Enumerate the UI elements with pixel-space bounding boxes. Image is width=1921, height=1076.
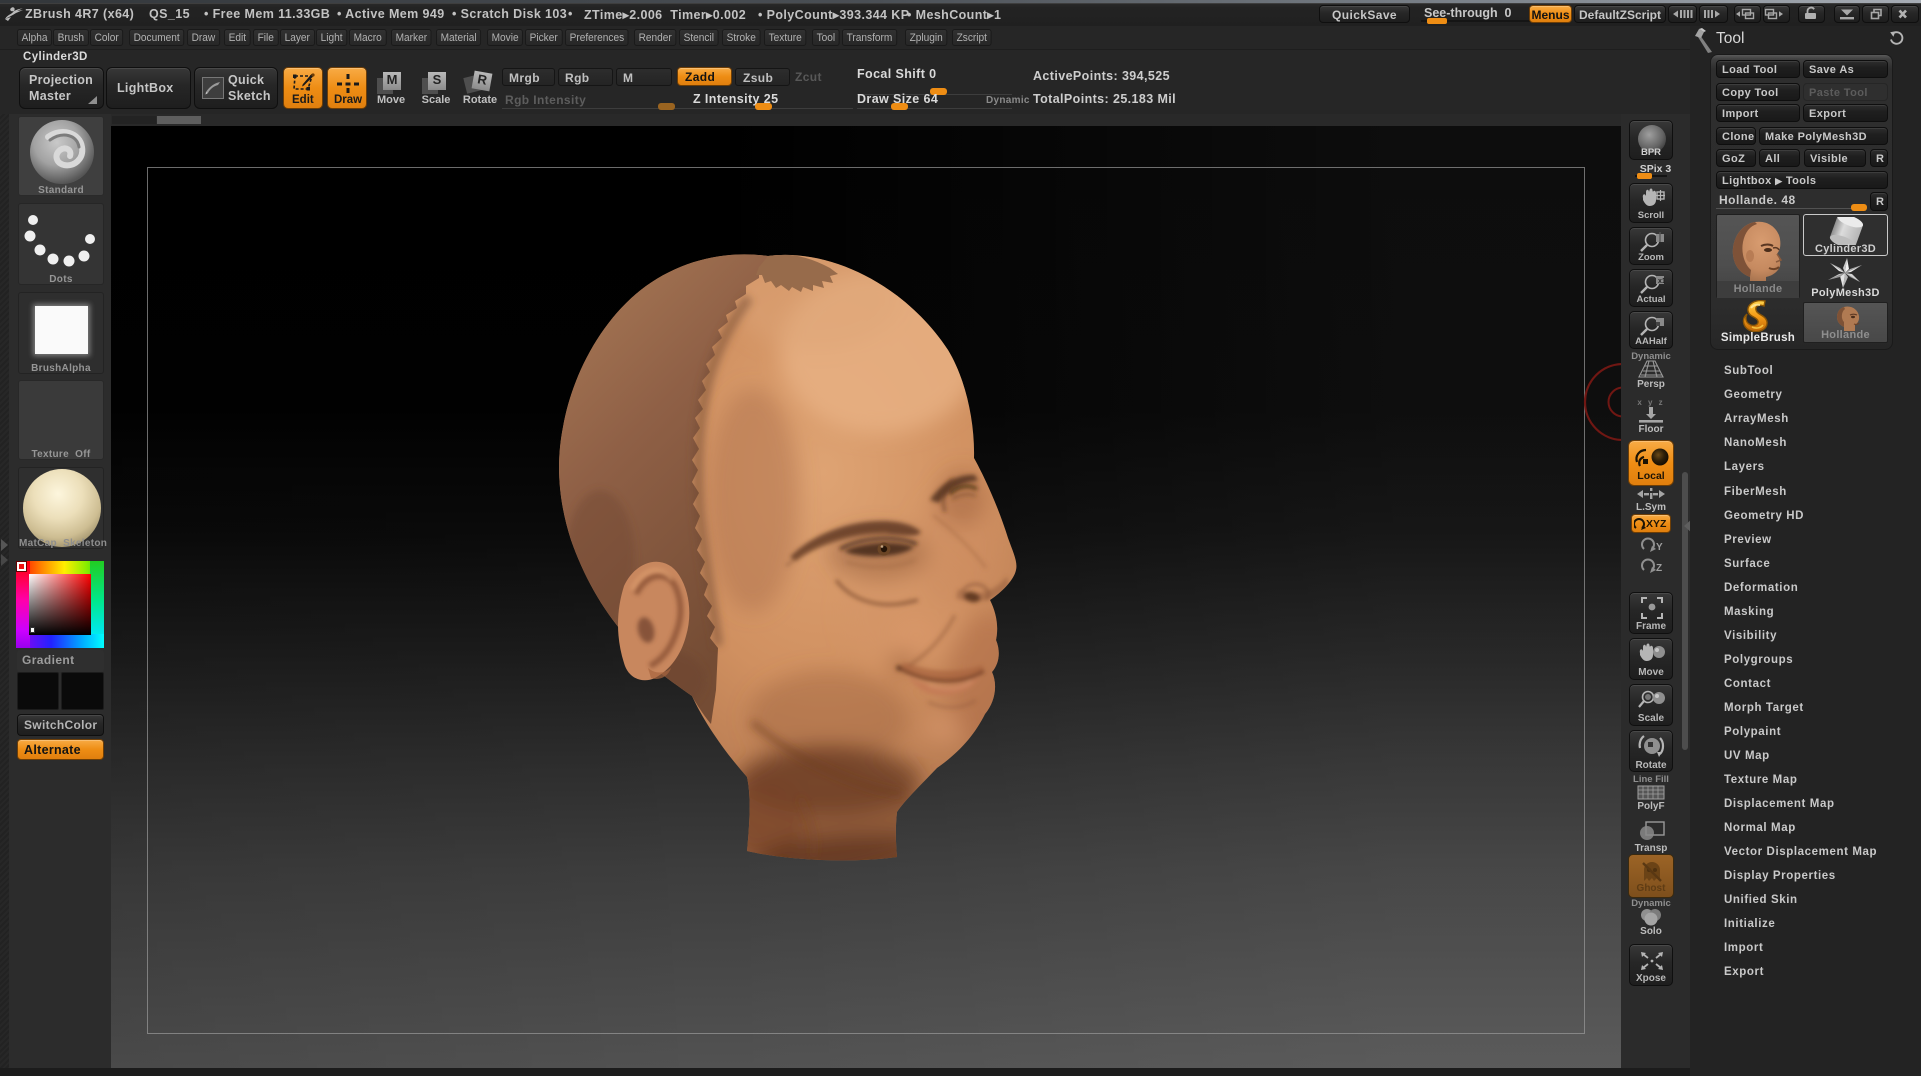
svg-text:x1: x1 xyxy=(1658,278,1665,285)
svg-text:Z: Z xyxy=(1656,563,1662,574)
svg-text:Y: Y xyxy=(1656,542,1663,553)
